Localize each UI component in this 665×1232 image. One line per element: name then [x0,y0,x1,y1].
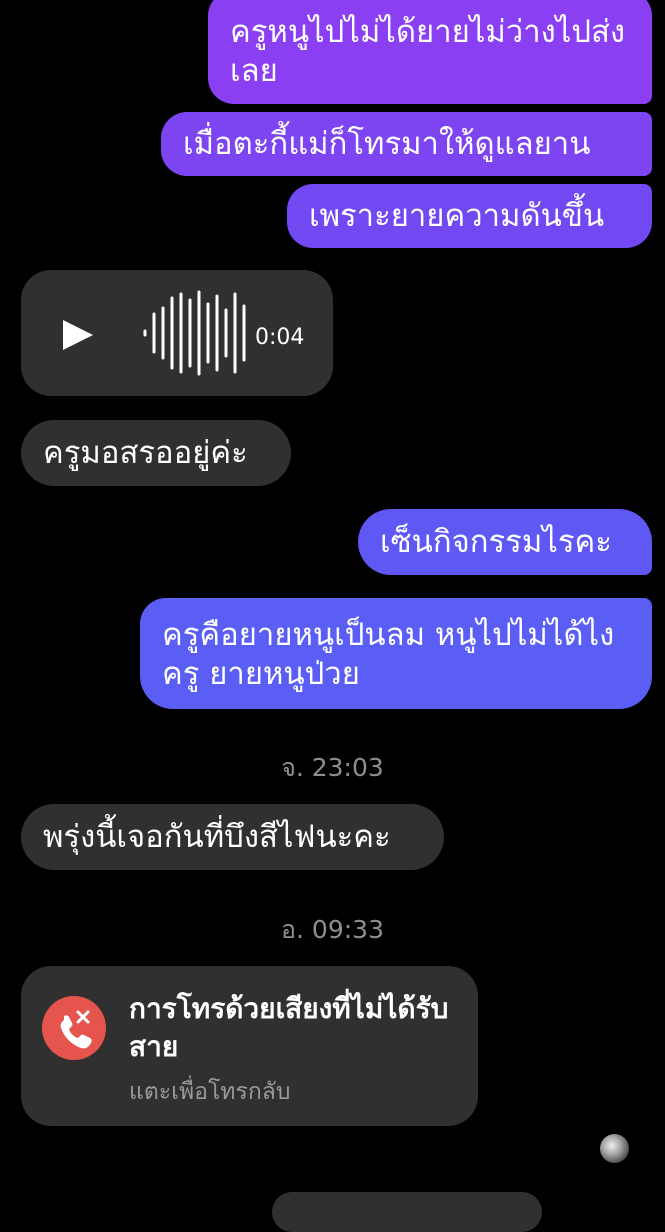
message-text: พรุ่งนี้เจอกันที่บึงสีไฟนะคะ [43,818,391,855]
voice-message[interactable]: 0:04 [21,270,333,396]
message-incoming-1[interactable]: ครูมอสรออยู่ค่ะ [21,420,291,486]
voice-duration: 0:04 [255,325,305,350]
message-incoming-partial[interactable] [272,1192,542,1232]
message-text: ครูคือยายหนูเป็นลม หนูไปไม่ได้ไงครู ยายห… [162,616,615,692]
message-text: เซ็นกิจกรรมไรคะ [380,523,612,560]
timestamp: จ. 23:03 [281,753,384,782]
avatar [600,1134,629,1163]
message-outgoing-1[interactable]: ครูหนูไปไม่ได้ยายไม่ว่างไปส่งเลย [208,0,652,104]
message-outgoing-2[interactable]: เมื่อตะกี้แม่ก็โทรมาให้ดูแลยาน [161,112,652,176]
message-text: เมื่อตะกี้แม่ก็โทรมาให้ดูแลยาน [183,125,591,162]
waveform-icon [143,290,246,376]
message-text: ครูหนูไปไม่ได้ยายไม่ว่างไปส่งเลย [230,14,626,89]
message-text: เพราะยายความดันขึ้น [309,197,605,234]
missed-call-subtitle[interactable]: แตะเพื่อโทรกลับ [129,1074,290,1110]
message-outgoing-4[interactable]: เซ็นกิจกรรมไรคะ [358,509,652,575]
timestamp: อ. 09:33 [281,915,384,944]
missed-call-icon [42,996,106,1060]
missed-call-card[interactable]: การโทรด้วยเสียงที่ไม่ได้รับสาย แตะเพื่อโ… [21,966,478,1126]
missed-call-title: การโทรด้วยเสียงที่ไม่ได้รับสาย [129,992,449,1063]
message-text: ครูมอสรออยู่ค่ะ [43,434,248,471]
message-outgoing-5[interactable]: ครูคือยายหนูเป็นลม หนูไปไม่ได้ไงครู ยายห… [140,598,652,709]
message-incoming-2[interactable]: พรุ่งนี้เจอกันที่บึงสีไฟนะคะ [21,804,444,870]
play-icon[interactable] [61,318,95,352]
message-outgoing-3[interactable]: เพราะยายความดันขึ้น [287,184,652,248]
